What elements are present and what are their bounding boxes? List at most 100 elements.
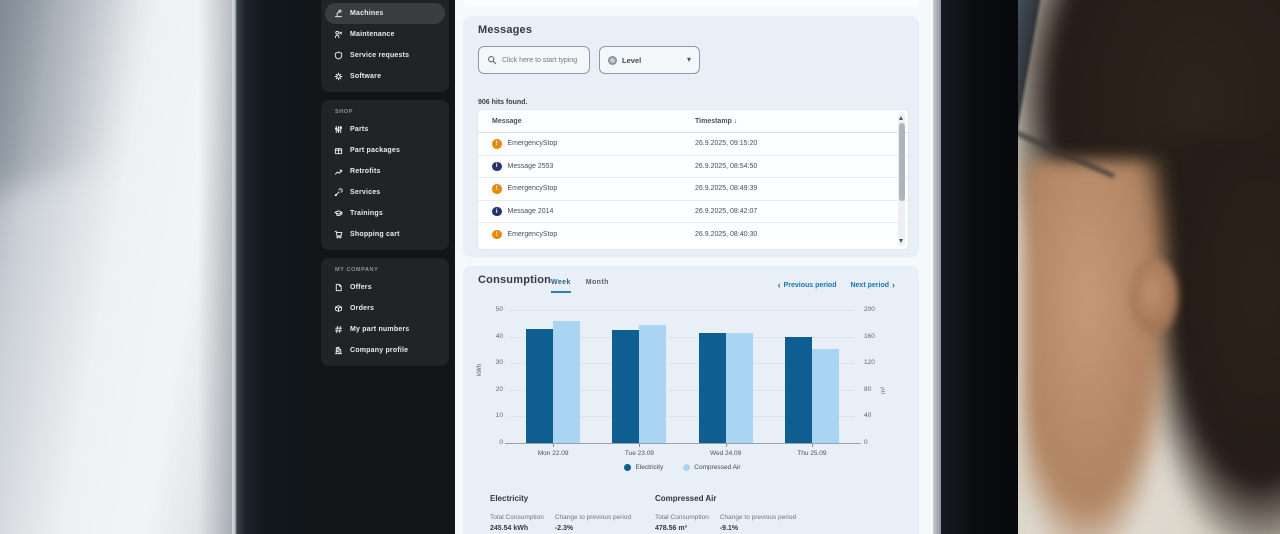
- stat-value: 478.56 m³: [655, 525, 709, 532]
- bar-chart: 0102030405004080120160200Mon 22.09Tue 23…: [510, 310, 855, 443]
- tab-week[interactable]: Week: [551, 279, 571, 293]
- column-timestamp[interactable]: Timestamp ↓: [695, 118, 737, 125]
- level-icon: [608, 56, 617, 65]
- x-axis-tick: [812, 443, 813, 447]
- right-axis-unit: m³: [881, 387, 887, 394]
- services-icon: [334, 188, 343, 197]
- chevron-right-icon: ›: [892, 281, 895, 290]
- offers-icon: [334, 283, 343, 292]
- left-axis-tick: 20: [496, 386, 503, 393]
- gridline: [505, 443, 861, 444]
- sidebar-item-part-packages[interactable]: Part packages: [325, 140, 445, 161]
- right-axis-tick: 120: [864, 359, 875, 366]
- scroll-down-icon[interactable]: [899, 239, 903, 243]
- sidebar-section-label: SHOP: [335, 109, 445, 115]
- period-navigation: ‹ Previous period Next period ›: [778, 281, 895, 290]
- sidebar-item-label: Company profile: [350, 347, 408, 354]
- machines-icon: [334, 9, 343, 18]
- scrollbar-thumb[interactable]: [899, 123, 905, 201]
- left-axis-tick: 30: [496, 359, 503, 366]
- search-input[interactable]: Click here to start typing: [478, 46, 590, 74]
- sidebar-item-parts[interactable]: Parts: [325, 119, 445, 140]
- sidebar-item-software[interactable]: Software: [325, 66, 445, 87]
- monitor-bezel-edge: [933, 0, 941, 534]
- table-scrollbar[interactable]: [898, 113, 905, 246]
- table-row[interactable]: iMessage 255326.9.2025, 08:54:50: [478, 156, 908, 179]
- x-axis-label: Thu 25.09: [797, 450, 826, 457]
- table-row[interactable]: !EmergencyStop26.9.2025, 09:15:20: [478, 133, 908, 156]
- sidebar-item-maintenance[interactable]: Maintenance: [325, 24, 445, 45]
- left-axis-tick: 0: [499, 439, 503, 446]
- sort-desc-icon: ↓: [734, 118, 738, 125]
- right-axis-tick: 40: [864, 412, 871, 419]
- person-ear: [1130, 258, 1178, 334]
- service-requests-icon: [334, 51, 343, 60]
- sidebar-item-label: Service requests: [350, 52, 409, 59]
- sidebar-item-company-profile[interactable]: Company profile: [325, 340, 445, 361]
- sidebar-item-orders[interactable]: Orders: [325, 298, 445, 319]
- left-axis-tick: 40: [496, 333, 503, 340]
- chart-legend: ElectricityCompressed Air: [510, 464, 855, 471]
- left-axis-tick: 10: [496, 412, 503, 419]
- sidebar-item-retrofits[interactable]: Retrofits: [325, 161, 445, 182]
- x-axis-tick: [726, 443, 727, 447]
- timestamp-text: 26.9.2025, 08:40:30: [695, 231, 757, 238]
- legend-dot-icon: [624, 464, 631, 471]
- level-dropdown[interactable]: Level ▾: [599, 46, 700, 74]
- stat-label: Change to previous period: [720, 514, 796, 521]
- messages-filters: Click here to start typing Level ▾: [478, 46, 700, 74]
- monitor-bezel-right: [941, 0, 1018, 534]
- sidebar-item-my-part-numbers[interactable]: My part numbers: [325, 319, 445, 340]
- chevron-left-icon: ‹: [778, 281, 781, 290]
- tab-month[interactable]: Month: [586, 279, 609, 293]
- right-axis-tick: 80: [864, 386, 871, 393]
- stat-label: Total Consumption: [655, 514, 709, 521]
- consumption-tabs: Week Month: [551, 279, 609, 293]
- sidebar-item-label: Orders: [350, 305, 374, 312]
- sidebar-item-machines[interactable]: Machines: [325, 3, 445, 24]
- bar-compressed-air: [639, 325, 666, 443]
- maintenance-icon: [334, 30, 343, 39]
- table-row[interactable]: !EmergencyStop26.9.2025, 08:40:30: [478, 223, 908, 246]
- scroll-up-icon[interactable]: [899, 116, 903, 120]
- next-period-button[interactable]: Next period ›: [850, 281, 895, 290]
- sidebar-item-service-requests[interactable]: Service requests: [325, 45, 445, 66]
- bar-compressed-air: [726, 333, 753, 443]
- sidebar-item-services[interactable]: Services: [325, 182, 445, 203]
- sidebar-item-label: Machines: [350, 10, 384, 17]
- warning-icon: !: [492, 230, 502, 240]
- column-message: Message: [478, 118, 522, 125]
- table-row[interactable]: iMessage 201426.9.2025, 08:42:07: [478, 201, 908, 224]
- bar-electricity: [785, 337, 812, 443]
- bar-compressed-air: [812, 349, 839, 443]
- legend-label: Compressed Air: [694, 464, 740, 471]
- stat-value: 245.54 kWh: [490, 525, 544, 532]
- x-axis-tick: [553, 443, 554, 447]
- sidebar-item-label: My part numbers: [350, 326, 409, 333]
- messages-title: Messages: [478, 24, 532, 36]
- sidebar-item-trainings[interactable]: Trainings: [325, 203, 445, 224]
- table-row[interactable]: !EmergencyStop26.9.2025, 08:49:39: [478, 178, 908, 201]
- company-profile-icon: [334, 346, 343, 355]
- search-placeholder: Click here to start typing: [502, 57, 577, 64]
- previous-period-button[interactable]: ‹ Previous period: [778, 281, 837, 290]
- x-axis-label: Tue 23.09: [625, 450, 654, 457]
- stat-label: Change to previous period: [555, 514, 631, 521]
- left-axis-tick: 50: [496, 306, 503, 313]
- sidebar-item-label: Offers: [350, 284, 372, 291]
- stat-value: -2.3%: [555, 525, 631, 532]
- previous-card-remnant: [463, 0, 919, 6]
- table-header: Message Timestamp ↓: [478, 110, 908, 133]
- warning-icon: !: [492, 139, 502, 149]
- stat-label: Total Consumption: [490, 514, 544, 521]
- sidebar-item-offers[interactable]: Offers: [325, 277, 445, 298]
- stat-value: -9.1%: [720, 525, 796, 532]
- person-photo: [1018, 0, 1280, 534]
- stat-column-electricity: ElectricityTotal Consumption245.54 kWhCh…: [490, 494, 631, 532]
- sidebar-item-label: Parts: [350, 126, 369, 133]
- my-part-numbers-icon: [334, 325, 343, 334]
- stat-heading: Compressed Air: [655, 494, 796, 503]
- photo-edge-shade: [198, 0, 232, 534]
- sidebar-item-label: Services: [350, 189, 380, 196]
- sidebar-item-shopping-cart[interactable]: Shopping cart: [325, 224, 445, 245]
